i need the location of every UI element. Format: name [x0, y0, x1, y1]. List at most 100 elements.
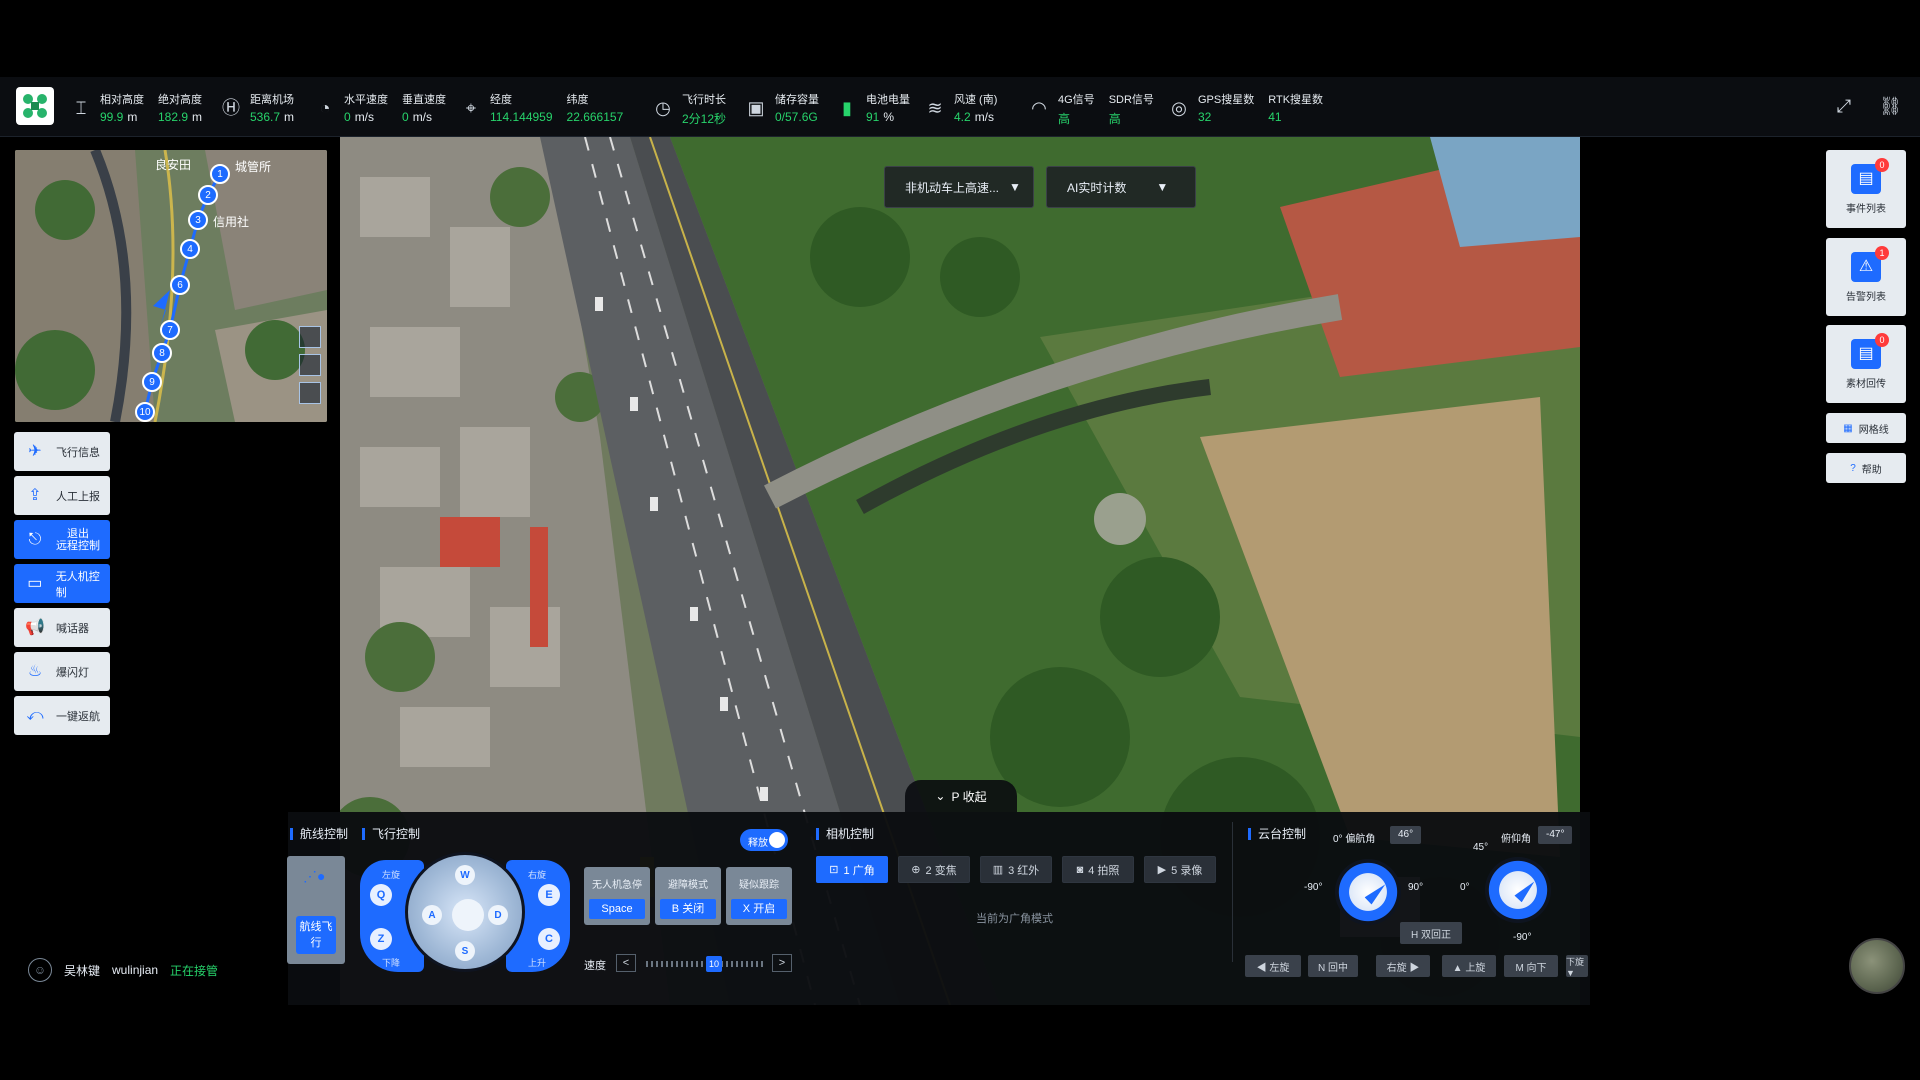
waypoint-marker[interactable]: 3: [188, 210, 208, 230]
key-z-button[interactable]: Z: [370, 928, 392, 950]
camera-wide-button[interactable]: ⊡ 1 广角: [816, 856, 888, 883]
media-return-button[interactable]: ▤ 0 素材回传: [1826, 325, 1906, 403]
vspeed-label: 垂直速度: [402, 94, 446, 106]
abs-alt-value: 182.9: [158, 110, 189, 124]
ascend-label: 上升: [528, 958, 547, 968]
emergency-stop-button[interactable]: 无人机急停 Space: [584, 867, 650, 925]
ai-count-dropdown[interactable]: AI实时计数 ▼: [1046, 166, 1196, 208]
map-label-xinyongshe: 信用社: [213, 215, 250, 229]
route-flight-button[interactable]: 航线飞行: [296, 916, 336, 954]
pitch-value: -47°: [1538, 826, 1573, 844]
calendar-icon: ▤ 0: [1851, 158, 1889, 194]
camera-zoom-button[interactable]: ⊕ 2 变焦: [898, 856, 970, 883]
abs-alt-label: 绝对高度: [158, 94, 202, 106]
flight-control-title[interactable]: 飞行控制: [362, 828, 420, 840]
gimbal-center-button[interactable]: N 回中: [1308, 955, 1358, 977]
map-zoom-icon[interactable]: [299, 354, 321, 376]
grid-lines-button[interactable]: ▦ 网格线: [1826, 413, 1906, 443]
event-list-button[interactable]: ▤ 0 事件列表: [1826, 150, 1906, 228]
strobe-button[interactable]: ♨ 爆闪灯: [14, 652, 110, 691]
yaw-value: 46°: [1390, 826, 1422, 844]
waypoint-marker[interactable]: 6: [170, 275, 190, 295]
gimbal-up-button[interactable]: ▲ 上旋: [1442, 955, 1496, 977]
key-e-button[interactable]: E: [538, 884, 560, 906]
camera-wide-label: 1 广角: [843, 864, 875, 877]
sdr-label: SDR信号: [1108, 94, 1154, 106]
gimbal-tilt-down-button[interactable]: 下旋 ▼: [1566, 955, 1588, 978]
speed-slider-thumb[interactable]: 10: [706, 956, 722, 972]
release-toggle[interactable]: 释放: [740, 829, 788, 851]
flight-info-button[interactable]: ✈ 飞行信息: [14, 432, 110, 471]
emergency-stop-key[interactable]: Space: [589, 899, 645, 919]
waypoint-marker[interactable]: 10: [135, 402, 155, 422]
waypoint-marker[interactable]: 1: [210, 164, 230, 184]
drone-control-button[interactable]: ▭ 无人机控制: [14, 564, 110, 603]
direction-joystick[interactable]: W A D S: [405, 852, 525, 972]
megaphone-icon: 📢: [25, 618, 45, 636]
map-thumbnail-toggle[interactable]: [1849, 938, 1905, 994]
user-name: 吴林键: [64, 963, 101, 978]
wind-label: 风速 (南): [954, 94, 998, 106]
manual-report-label: 人工上报: [56, 490, 100, 503]
obstacle-mode-button[interactable]: 避障模式 B 关闭: [655, 867, 721, 925]
camera-photo-button[interactable]: ◙ 4 拍照: [1062, 856, 1134, 883]
pitch-bottom-label: -90°: [1513, 932, 1532, 943]
user-account: wulinjian: [112, 963, 159, 977]
camera-record-button[interactable]: ▶ 5 录像: [1144, 856, 1216, 883]
route-control-title[interactable]: 航线控制: [290, 828, 348, 840]
key-w-button[interactable]: W: [455, 865, 475, 885]
yaw-dial[interactable]: [1335, 859, 1401, 925]
battery-group: ▮ 电池电量 91%: [836, 91, 924, 124]
joystick-center[interactable]: [452, 899, 484, 931]
signal-group: ◠ 4G信号 高 SDR信号 高: [1028, 91, 1168, 127]
link-icon[interactable]: ⛓: [1879, 96, 1902, 117]
position-group: ⌖ 经度 114.144959 纬度 22.666157: [460, 91, 637, 124]
signal-4g-label: 4G信号: [1058, 94, 1095, 106]
waypoint-marker[interactable]: 7: [160, 320, 180, 340]
alarm-list-button[interactable]: ⚠ 1 告警列表: [1826, 238, 1906, 316]
camera-infrared-button[interactable]: ▥ 3 红外: [980, 856, 1052, 883]
pitch-dial[interactable]: [1485, 857, 1551, 923]
megaphone-button[interactable]: 📢 喊话器: [14, 608, 110, 647]
waypoint-marker[interactable]: 9: [142, 372, 162, 392]
map-fit-icon[interactable]: [299, 382, 321, 404]
collapse-panel-button[interactable]: ⌄ P 收起: [905, 780, 1017, 812]
key-q-button[interactable]: Q: [370, 884, 392, 906]
collapse-label: P 收起: [951, 789, 987, 804]
release-toggle-label: 释放: [748, 838, 768, 849]
return-home-button[interactable]: ⤺ 一键返航: [14, 696, 110, 735]
satellite-group: ◎ GPS搜星数 32 RTK搜星数 41: [1168, 91, 1337, 124]
key-a-button[interactable]: A: [422, 905, 442, 925]
storage-icon: ▣: [747, 98, 765, 118]
obstacle-mode-key[interactable]: B 关闭: [660, 899, 716, 919]
exit-remote-line1: 退出: [67, 527, 89, 540]
speedometer-icon: ◔: [319, 98, 331, 118]
waypoint-marker[interactable]: 4: [180, 239, 200, 259]
waypoint-marker[interactable]: 8: [152, 343, 172, 363]
exit-remote-button[interactable]: ⎋ 退出 远程控制: [14, 520, 110, 559]
gimbal-reset-button[interactable]: H 双回正: [1400, 922, 1462, 944]
manual-report-button[interactable]: ⇪ 人工上报: [14, 476, 110, 515]
gimbal-rotate-right-button[interactable]: 右旋 ▶: [1376, 955, 1430, 977]
gimbal-down-button[interactable]: M 向下: [1504, 955, 1558, 977]
tracking-mode-key[interactable]: X 开启: [731, 899, 787, 919]
key-s-button[interactable]: S: [455, 941, 475, 961]
mini-map[interactable]: 良安田 城管所 信用社 1 2 3 4 6 7 8 9 10: [15, 150, 327, 422]
camera-mode-text: 当前为广角模式: [976, 913, 1053, 925]
waypoint-marker[interactable]: 2: [198, 185, 218, 205]
key-c-button[interactable]: C: [538, 928, 560, 950]
detection-type-dropdown[interactable]: 非机动车上高速... ▼: [884, 166, 1034, 208]
help-button[interactable]: ? 帮助: [1826, 453, 1906, 483]
speed-slider[interactable]: 10: [646, 956, 764, 972]
obstacle-mode-label: 避障模式: [668, 880, 708, 891]
upload-icon: ⇪: [28, 486, 42, 504]
gimbal-rotate-left-button[interactable]: ◀ 左旋: [1245, 955, 1301, 977]
route-flight-tile[interactable]: ⋰● 航线飞行: [287, 856, 345, 964]
key-d-button[interactable]: D: [488, 905, 508, 925]
speed-decrease-button[interactable]: <: [616, 954, 636, 972]
fullscreen-icon[interactable]: ⤢: [1837, 96, 1851, 117]
map-layer-icon[interactable]: [299, 326, 321, 348]
tracking-mode-button[interactable]: 疑似跟踪 X 开启: [726, 867, 792, 925]
route-flight-label: 航线飞行: [299, 921, 333, 949]
speed-increase-button[interactable]: >: [772, 954, 792, 972]
